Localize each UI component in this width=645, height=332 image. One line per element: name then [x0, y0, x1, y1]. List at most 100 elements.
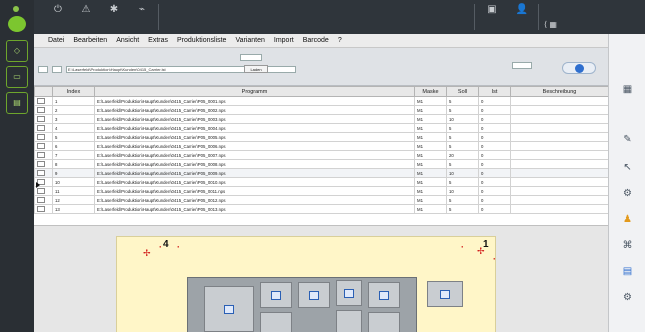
back-icon[interactable]: ⟨ ▦ [544, 20, 557, 29]
table-row[interactable]: 2 E:\Laserfeld\Produktion\Haupt\Kunden\04… [34, 105, 608, 115]
row-checkbox[interactable] [37, 206, 45, 212]
toggle-switch[interactable] [562, 62, 596, 74]
diamond-icon[interactable]: ◇ [6, 40, 28, 62]
user-tool-button[interactable]: ♟ [612, 214, 643, 236]
row-checkbox[interactable] [37, 152, 45, 158]
field-b[interactable] [52, 66, 62, 73]
row-checkbox[interactable] [37, 161, 45, 167]
table-row[interactable]: 10 E:\Laserfeld\Produktion\Haupt\Kunden\0… [34, 177, 608, 187]
program-tool-button[interactable]: ⌘ [612, 240, 643, 262]
marker-number-left: 4 [163, 239, 169, 250]
table-row[interactable]: 5 E:\Laserfeld\Produktion\Haupt\Kunden\04… [34, 132, 608, 142]
preview-sheet: 4 ✢ · · 1 · ✢ · [116, 236, 496, 332]
row-checkbox[interactable] [37, 134, 45, 140]
production-icon: ⚙ [623, 292, 632, 303]
part-slot[interactable] [260, 312, 292, 332]
table-row[interactable]: 1 E:\Laserfeld\Produktion\Haupt\Kunden\04… [34, 96, 608, 106]
table-row[interactable]: 13 E:\Laserfeld\Produktion\Haupt\Kunden\0… [34, 204, 608, 214]
table-row[interactable]: 7 E:\Laserfeld\Produktion\Haupt\Kunden\04… [34, 150, 608, 160]
pointer-icon: ↖ [623, 162, 632, 173]
menu-datei[interactable]: Datei [48, 37, 64, 44]
table-row[interactable]: 6 E:\Laserfeld\Produktion\Haupt\Kunden\04… [34, 141, 608, 151]
col-beschreibung[interactable]: Beschreibung [510, 86, 608, 97]
reference-mark-icon: ✢ [143, 248, 151, 258]
settings-tool-button[interactable]: ⚙ [612, 188, 643, 210]
top-toolbar: ⏻ ⚠ ✱ ⌁ ▣ 👤 ⟨ ▦ [34, 0, 645, 34]
row-checkbox[interactable] [37, 125, 45, 131]
table-row[interactable]: 12 E:\Laserfeld\Produktion\Haupt\Kunden\0… [34, 195, 608, 205]
field-c[interactable] [240, 54, 262, 61]
warning-icon[interactable]: ⚠ [74, 4, 98, 30]
reference-mark-icon: · [159, 242, 162, 252]
table-row-selected[interactable]: 9 E:\Laserfeld\Produktion\Haupt\Kunden\04… [34, 168, 608, 178]
menu-help[interactable]: ? [338, 37, 342, 44]
laser-icon[interactable]: ⌁ [130, 4, 154, 30]
menu-bar: Datei Bearbeiten Ansicht Extras Produkti… [34, 34, 608, 48]
col-soll[interactable]: Soll [446, 86, 479, 97]
part-slot[interactable] [260, 282, 292, 308]
current-row-marker-icon [36, 182, 40, 188]
user-icon[interactable]: 👤 [510, 4, 534, 30]
reference-mark-icon: · [493, 254, 496, 264]
part-carrier [187, 277, 417, 332]
layout-tool-button[interactable]: ▦ [612, 84, 643, 106]
production-tool-button[interactable]: ⚙ [612, 292, 643, 314]
right-tool-panel: ▦ ✎ ↖ ⚙ ♟ ⌘ ▤ ⚙ [608, 34, 645, 332]
document-tool-button[interactable]: ▤ [612, 266, 643, 288]
col-maske[interactable]: Maske [414, 86, 447, 97]
part-slot[interactable] [368, 312, 400, 332]
pointer-tool-button[interactable]: ↖ [612, 162, 643, 184]
part-slot[interactable] [427, 281, 463, 307]
layout-preview: 4 ✢ · · 1 · ✢ · [34, 225, 608, 332]
col-index[interactable]: Index [52, 86, 95, 97]
part-icon [309, 291, 319, 300]
document-icon: ▤ [622, 266, 633, 277]
part-slot[interactable] [298, 282, 330, 308]
reference-mark-icon: · [461, 242, 464, 252]
col-ist[interactable]: Ist [478, 86, 511, 97]
program-icon: ⌘ [622, 240, 633, 251]
menu-produktionsliste[interactable]: Produktionsliste [177, 37, 226, 44]
menu-varianten[interactable]: Varianten [235, 37, 264, 44]
col-programm[interactable]: Programm [94, 86, 415, 97]
table-row[interactable]: 4 E:\Laserfeld\Produktion\Haupt\Kunden\04… [34, 123, 608, 133]
row-checkbox[interactable] [37, 197, 45, 203]
mode-button-1[interactable]: ▭ [6, 66, 28, 88]
row-checkbox[interactable] [37, 116, 45, 122]
reference-mark-icon: · [177, 242, 180, 252]
menu-import[interactable]: Import [274, 37, 294, 44]
shutter-icon[interactable]: ✱ [102, 4, 126, 30]
col-select [34, 86, 53, 97]
edit-tool-button[interactable]: ✎ [612, 134, 643, 156]
reference-mark-icon: ✢ [477, 246, 485, 256]
row-checkbox[interactable] [37, 143, 45, 149]
menu-extras[interactable]: Extras [148, 37, 168, 44]
menu-barcode[interactable]: Barcode [303, 37, 329, 44]
part-icon [344, 289, 354, 298]
field-a[interactable] [38, 66, 48, 73]
part-slot[interactable] [336, 310, 362, 332]
mode-button-2[interactable]: ▤ [6, 92, 28, 114]
table-row[interactable]: 8 E:\Laserfeld\Produktion\Haupt\Kunden\04… [34, 159, 608, 169]
row-checkbox[interactable] [37, 98, 45, 104]
row-checkbox[interactable] [37, 188, 45, 194]
row-checkbox[interactable] [37, 107, 45, 113]
screen-icon[interactable]: ▣ [480, 4, 504, 30]
table-row[interactable]: 11 E:\Laserfeld\Produktion\Haupt\Kunden\0… [34, 186, 608, 196]
power-icon[interactable]: ⏻ [46, 4, 70, 30]
load-button[interactable]: Laden [244, 65, 268, 73]
part-icon [271, 291, 281, 300]
menu-bearbeiten[interactable]: Bearbeiten [73, 37, 107, 44]
part-slot[interactable] [204, 286, 254, 332]
program-table: Index Programm Maske Soll Ist Beschreibu… [34, 86, 608, 225]
part-slot[interactable] [336, 280, 362, 306]
part-icon [440, 290, 450, 299]
table-row[interactable]: 3 E:\Laserfeld\Produktion\Haupt\Kunden\04… [34, 114, 608, 124]
part-slot[interactable] [368, 282, 400, 308]
field-d[interactable] [512, 62, 532, 69]
row-checkbox[interactable] [37, 170, 45, 176]
pencil-icon: ✎ [623, 134, 632, 145]
menu-ansicht[interactable]: Ansicht [116, 37, 139, 44]
parameter-panel: E:\Laserfeld\Produktion\Haupt\Kunden\041… [34, 48, 608, 86]
part-icon [224, 305, 234, 314]
